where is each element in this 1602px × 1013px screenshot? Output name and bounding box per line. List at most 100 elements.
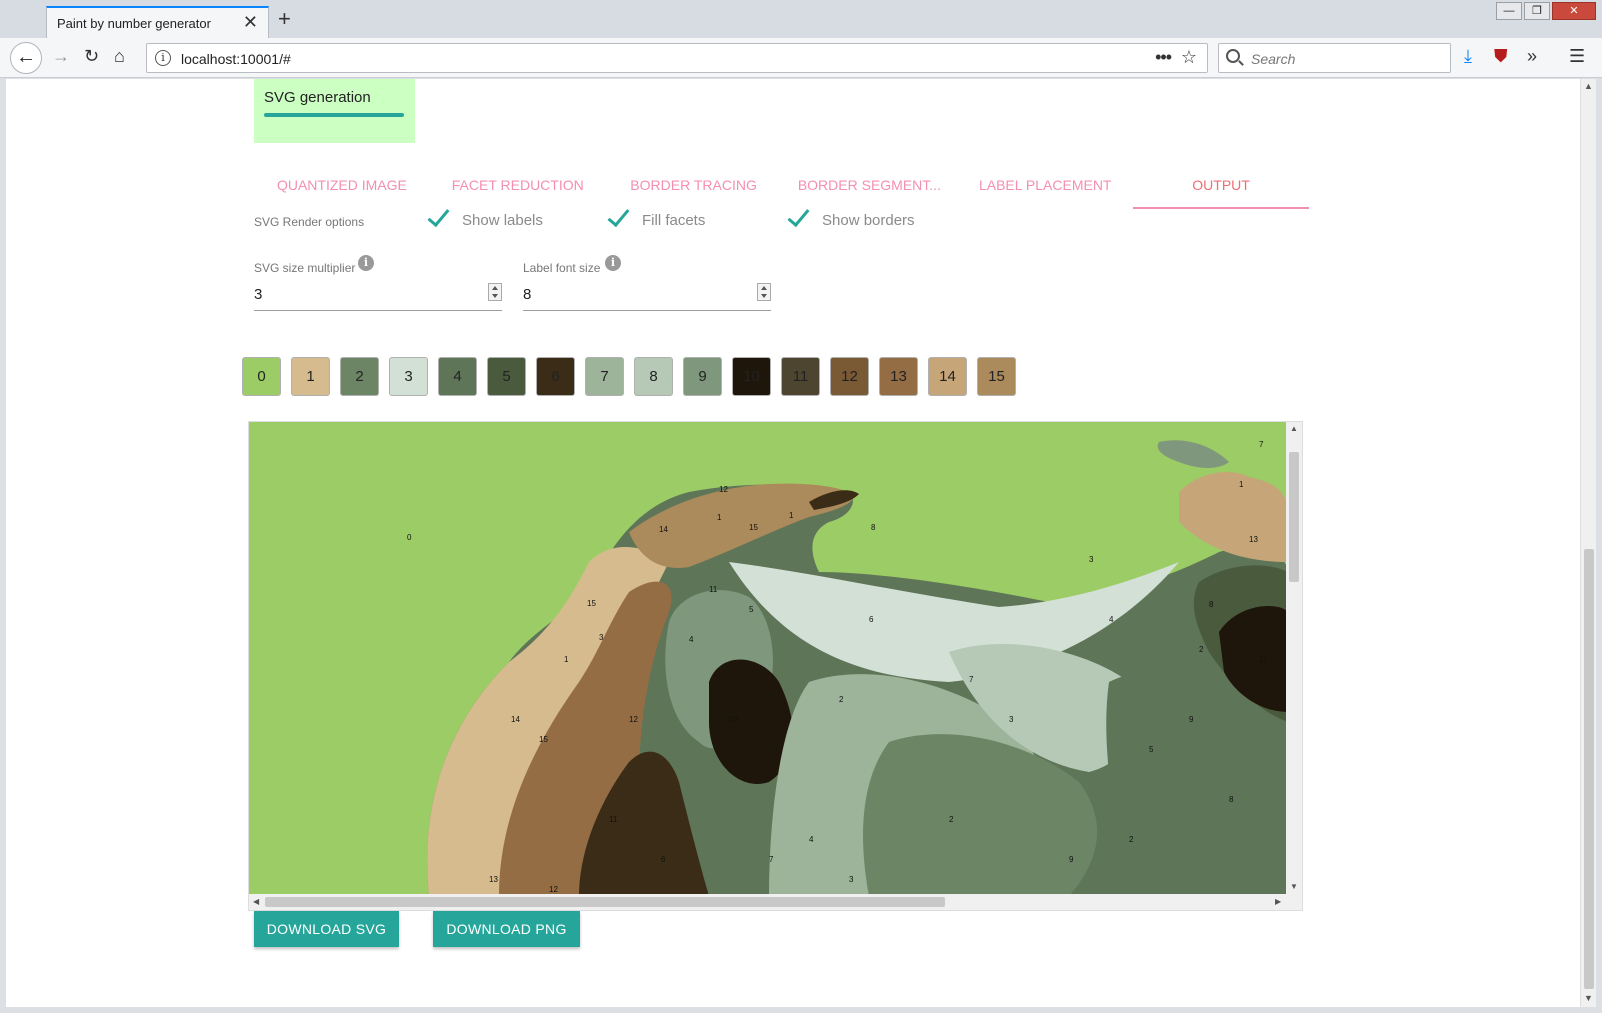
label-font-size-input[interactable]: [523, 279, 771, 311]
reload-icon[interactable]: ↻: [84, 46, 99, 67]
facet-label: 5: [749, 605, 754, 614]
facet-label: 2: [1129, 835, 1134, 844]
facet-label: 4: [1109, 615, 1114, 624]
download-icon[interactable]: ⤓: [1464, 46, 1472, 67]
palette-swatch-13[interactable]: 13: [879, 357, 918, 396]
palette-swatch-11[interactable]: 11: [781, 357, 820, 396]
palette-swatch-2[interactable]: 2: [340, 357, 379, 396]
url-text[interactable]: localhost:10001/#: [181, 51, 291, 67]
facet-label: 11: [1259, 655, 1268, 664]
scroll-down-icon[interactable]: ▼: [1290, 882, 1298, 891]
page-viewport: SVG generation Quantized image Facet red…: [6, 79, 1580, 1007]
fill-facets-checkbox[interactable]: [606, 207, 628, 229]
tab-border-tracing[interactable]: Border tracing: [606, 167, 782, 209]
render-options-label: SVG Render options: [254, 215, 365, 229]
home-icon[interactable]: ⌂: [114, 46, 125, 67]
facet-label: 2: [949, 815, 954, 824]
new-tab-icon[interactable]: +: [278, 6, 291, 32]
palette-swatch-8[interactable]: 8: [634, 357, 673, 396]
back-arrow-icon[interactable]: ←: [10, 42, 42, 74]
facet-label: 13: [489, 875, 498, 884]
url-bar[interactable]: i localhost:10001/# ••• ☆: [146, 43, 1208, 73]
tab-title: Paint by number generator: [57, 16, 211, 31]
page-scroll-thumb[interactable]: [1584, 549, 1594, 989]
tab-border-segmentation[interactable]: Border segment...: [781, 167, 957, 209]
palette-swatch-12[interactable]: 12: [830, 357, 869, 396]
facet-label: 8: [1209, 600, 1214, 609]
facet-label: 9: [1189, 715, 1194, 724]
facet-label: 1: [717, 513, 722, 522]
palette-swatch-10[interactable]: 10: [732, 357, 771, 396]
info-icon[interactable]: i: [358, 255, 374, 271]
facet-label: 13: [1249, 535, 1258, 544]
size-multiplier-input[interactable]: [254, 279, 502, 311]
show-borders-checkbox[interactable]: [786, 207, 808, 229]
tab-quantized-image[interactable]: Quantized image: [254, 167, 430, 209]
info-icon[interactable]: i: [155, 50, 171, 66]
window-close-icon[interactable]: ✕: [1552, 2, 1596, 20]
facet-label: 14: [659, 525, 668, 534]
palette-swatch-6[interactable]: 6: [536, 357, 575, 396]
scroll-right-icon[interactable]: ▶: [1275, 897, 1281, 906]
facet-label: 3: [599, 633, 604, 642]
palette-swatch-1[interactable]: 1: [291, 357, 330, 396]
browser-tab[interactable]: Paint by number generator ✕: [46, 6, 269, 38]
facet-label: 1: [564, 655, 569, 664]
facet-label: 7: [1259, 440, 1264, 449]
page-scrollbar[interactable]: ▲ ▼: [1580, 79, 1596, 1007]
preview-vertical-scrollbar[interactable]: ▲ ▼: [1286, 422, 1302, 896]
tab-label-placement[interactable]: Label placement: [957, 167, 1133, 209]
tab-output[interactable]: Output: [1133, 167, 1309, 209]
scroll-up-icon[interactable]: ▲: [1584, 81, 1593, 91]
facet-label: 15: [587, 599, 596, 608]
preview-horizontal-scrollbar[interactable]: ◀ ▶: [249, 894, 1302, 910]
menu-icon[interactable]: ☰: [1569, 46, 1585, 67]
search-input[interactable]: Search: [1218, 43, 1451, 73]
facet-label: 2: [1199, 645, 1204, 654]
label-font-size-label: Label font size: [523, 261, 601, 275]
palette-swatch-5[interactable]: 5: [487, 357, 526, 396]
scroll-thumb[interactable]: [1289, 452, 1299, 582]
size-multiplier-stepper[interactable]: [488, 283, 502, 301]
facet-label: 15: [539, 735, 548, 744]
palette-swatch-0[interactable]: 0: [242, 357, 281, 396]
progress-bar: [264, 113, 404, 117]
palette-swatch-7[interactable]: 7: [585, 357, 624, 396]
minimize-icon[interactable]: —: [1496, 2, 1522, 20]
palette-swatch-15[interactable]: 15: [977, 357, 1016, 396]
scroll-down-icon[interactable]: ▼: [1584, 993, 1593, 1003]
fill-facets-label[interactable]: Fill facets: [642, 212, 705, 229]
palette-swatch-14[interactable]: 14: [928, 357, 967, 396]
palette-swatch-9[interactable]: 9: [683, 357, 722, 396]
svg-preview[interactable]: 0 1 1 14 15 12 8 3 8 7 1 13 1 12 14 15 4 5 10 2 6 7 3 4 5 9 8 2 4 11 6…: [248, 421, 1303, 911]
forward-arrow-icon[interactable]: →: [52, 46, 70, 67]
browser-navbar: ← → ↻ ⌂ i localhost:10001/# ••• ☆ Search…: [0, 38, 1602, 78]
download-png-button[interactable]: Download PNG: [433, 911, 580, 947]
facet-label: 7: [969, 675, 974, 684]
tab-facet-reduction[interactable]: Facet reduction: [430, 167, 606, 209]
scroll-up-icon[interactable]: ▲: [1290, 424, 1298, 433]
overflow-icon[interactable]: »: [1527, 46, 1537, 67]
info-icon[interactable]: i: [605, 255, 621, 271]
scroll-thumb[interactable]: [265, 897, 945, 907]
close-icon[interactable]: ✕: [243, 12, 258, 33]
facet-label: 8: [871, 523, 876, 532]
palette-swatch-3[interactable]: 3: [389, 357, 428, 396]
more-icon[interactable]: •••: [1155, 47, 1172, 68]
label-font-size-stepper[interactable]: [757, 283, 771, 301]
bookmark-star-icon[interactable]: ☆: [1181, 47, 1197, 68]
download-svg-button[interactable]: Download SVG: [254, 911, 399, 947]
palette-swatch-4[interactable]: 4: [438, 357, 477, 396]
ublock-icon[interactable]: ⛊: [1494, 46, 1508, 67]
scroll-left-icon[interactable]: ◀: [253, 897, 259, 906]
show-borders-label[interactable]: Show borders: [822, 212, 915, 229]
facet-label: 12: [629, 715, 638, 724]
show-labels-checkbox[interactable]: [426, 207, 448, 229]
search-icon: [1226, 49, 1240, 63]
facet-label: 6: [661, 855, 666, 864]
facet-label: 8: [1229, 795, 1234, 804]
facet-label: 0: [407, 533, 412, 542]
maximize-icon[interactable]: ❐: [1524, 2, 1550, 20]
facet-label: 3: [1089, 555, 1094, 564]
show-labels-label[interactable]: Show labels: [462, 212, 543, 229]
